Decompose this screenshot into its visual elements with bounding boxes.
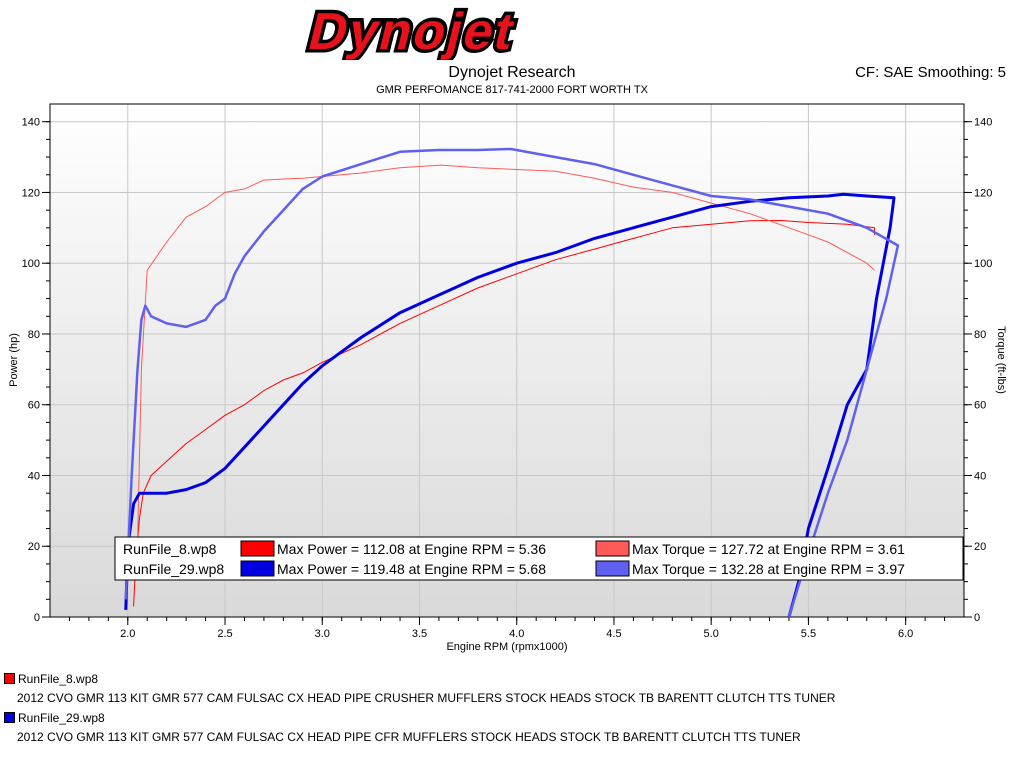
y-tick-label-left: 20: [28, 541, 40, 553]
y-axis-left: 0 20 40 60 80 100 120 140: [22, 117, 50, 624]
y-tick-label-right: 120: [974, 187, 992, 199]
x-tick-label: 4.0: [509, 628, 524, 640]
y-tick-label-left: 140: [22, 117, 40, 129]
y-tick-label-right: 100: [974, 258, 992, 270]
y-tick-label-right: 40: [974, 470, 986, 482]
legend-swatch-torque: [595, 540, 630, 557]
y-axis-label-left: Power (hp): [8, 333, 20, 387]
y-tick-label-left: 80: [28, 329, 40, 341]
y-tick-label-right: 80: [974, 329, 986, 341]
correction-factor: CF: SAE Smoothing: 5: [855, 64, 1006, 81]
x-tick-label: 4.5: [606, 628, 621, 640]
legend-file-name: RunFile_8.wp8: [123, 541, 217, 557]
x-axis-label: Engine RPM (rpmx1000): [446, 641, 567, 653]
y-tick-label-right: 20: [974, 541, 986, 553]
dyno-chart: 2.0 2.5 3.0 3.5 4.0 4.5 5.0 5.5 6.0 0 20 40 60 80 100…: [8, 103, 1007, 653]
x-axis: 2.0 2.5 3.0 3.5 4.0 4.5 5.0 5.5 6.0: [68, 617, 946, 640]
x-tick-label: 6.0: [898, 628, 913, 640]
y-axis-right: 0 20 40 60 80 100 120 140: [964, 117, 992, 624]
legend-max-power: Max Power = 112.08 at Engine RPM = 5.36: [277, 541, 546, 557]
logo-text: Dynojet: [303, 3, 522, 60]
legend-file-name: RunFile_29.wp8: [123, 561, 224, 577]
legend-swatch-power: [240, 540, 275, 557]
chart-legend: RunFile_8.wp8 Max Power = 112.08 at Engi…: [114, 536, 964, 581]
chart-subtitle: GMR PERFOMANCE 817-741-2000 FORT WORTH T…: [376, 84, 648, 96]
legend-max-torque: Max Torque = 127.72 at Engine RPM = 3.61: [632, 541, 905, 557]
run-file-label: RunFile_29.wp8: [4, 711, 105, 725]
run-file-name: RunFile_8.wp8: [18, 672, 99, 686]
legend-max-torque: Max Torque = 132.28 at Engine RPM = 3.97: [632, 561, 905, 577]
x-tick-label: 2.0: [120, 628, 135, 640]
run-description: 2012 CVO GMR 113 KIT GMR 577 CAM FULSAC …: [17, 730, 801, 744]
x-tick-label: 5.0: [704, 628, 719, 640]
run-file-label: RunFile_8.wp8: [4, 672, 98, 686]
legend-swatch-power: [240, 560, 275, 577]
x-tick-label: 3.5: [412, 628, 427, 640]
y-tick-label-right: 0: [974, 612, 980, 624]
run-color-swatch: [4, 673, 15, 684]
y-tick-label-left: 120: [22, 187, 40, 199]
y-tick-label-left: 0: [34, 612, 40, 624]
run-file-name: RunFile_29.wp8: [18, 711, 105, 725]
y-axis-label-right: Torque (ft-lbs): [995, 326, 1007, 394]
y-tick-label-right: 60: [974, 400, 986, 412]
y-tick-label-right: 140: [974, 117, 992, 129]
y-tick-label-left: 40: [28, 470, 40, 482]
y-tick-label-left: 60: [28, 400, 40, 412]
dynojet-logo: Dynojet: [299, 0, 525, 60]
legend-swatch-torque: [595, 560, 630, 577]
x-tick-label: 3.0: [315, 628, 330, 640]
run-description: 2012 CVO GMR 113 KIT GMR 577 CAM FULSAC …: [17, 691, 836, 705]
x-tick-label: 5.5: [801, 628, 816, 640]
x-tick-label: 2.5: [217, 628, 232, 640]
y-tick-label-left: 100: [22, 258, 40, 270]
legend-max-power: Max Power = 119.48 at Engine RPM = 5.68: [277, 561, 546, 577]
run-color-swatch: [4, 712, 15, 723]
